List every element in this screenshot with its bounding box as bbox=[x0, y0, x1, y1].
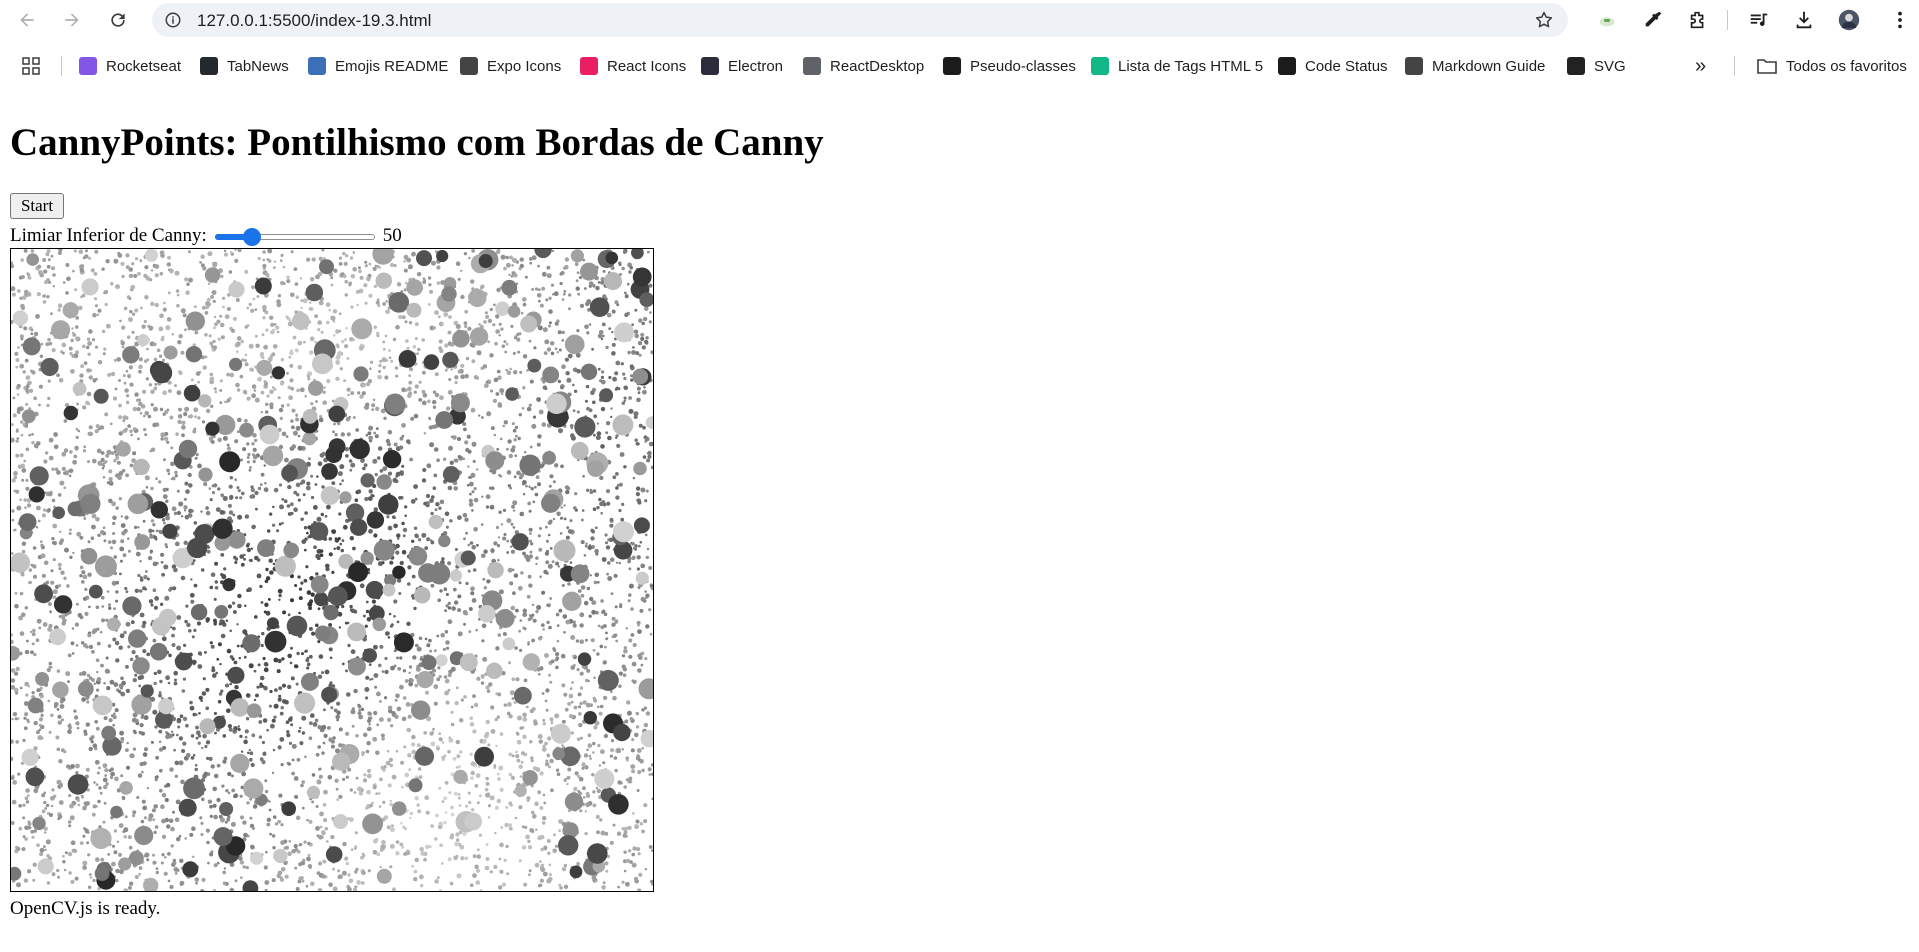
mdn-icon bbox=[1278, 57, 1296, 75]
media-button[interactable] bbox=[1747, 8, 1771, 32]
download-icon bbox=[1796, 11, 1812, 29]
slider-fill bbox=[214, 234, 247, 240]
markdown-icon bbox=[1405, 57, 1423, 75]
tabnews-icon bbox=[200, 57, 218, 75]
queue-music-icon bbox=[1750, 13, 1768, 27]
bookmark-item[interactable]: React Icons bbox=[580, 56, 686, 76]
bookmark-label: Emojis README bbox=[335, 57, 449, 75]
mdn-icon bbox=[943, 57, 961, 75]
bookmarks-divider-right bbox=[1734, 56, 1735, 76]
apps-button[interactable] bbox=[22, 56, 40, 76]
bookmark-label: ReactDesktop bbox=[830, 57, 925, 75]
pointillism-canvas bbox=[10, 248, 654, 892]
bookmark-item[interactable]: TabNews bbox=[200, 56, 289, 76]
status-text: OpenCV.js is ready. bbox=[10, 898, 161, 919]
pointillism-image bbox=[11, 249, 653, 891]
bookmark-label: TabNews bbox=[227, 57, 289, 75]
more-vert-icon bbox=[1898, 11, 1902, 29]
site-info-icon[interactable] bbox=[164, 11, 182, 29]
bookmark-item[interactable]: Emojis README bbox=[308, 56, 448, 76]
apps-grid-icon bbox=[22, 57, 40, 75]
bookmark-item[interactable]: Markdown Guide bbox=[1405, 56, 1545, 76]
bookmark-item[interactable]: Expo Icons bbox=[460, 56, 561, 76]
eyedropper-icon bbox=[1645, 11, 1662, 27]
back-button[interactable] bbox=[9, 2, 45, 38]
bookmark-label: Code Status bbox=[1305, 57, 1388, 75]
start-button[interactable]: Start bbox=[10, 193, 64, 219]
arrow-left-icon bbox=[20, 13, 34, 27]
bookmark-item[interactable]: Pseudo-classes bbox=[943, 56, 1076, 76]
slider-thumb[interactable] bbox=[243, 228, 262, 246]
bookmarks-overflow-button[interactable]: » bbox=[1695, 55, 1706, 77]
bookmark-label: Lista de Tags HTML 5 bbox=[1118, 57, 1264, 75]
extension-icon[interactable] bbox=[1595, 8, 1619, 32]
globe-icon bbox=[803, 57, 821, 75]
downloads-button[interactable] bbox=[1792, 8, 1816, 32]
rocketseat-icon bbox=[79, 57, 97, 75]
toolbar-divider bbox=[1727, 10, 1728, 30]
svg-icon bbox=[1567, 57, 1585, 75]
puzzle-icon bbox=[1690, 11, 1704, 29]
reload-button[interactable] bbox=[100, 2, 136, 38]
bookmark-label: Markdown Guide bbox=[1432, 57, 1546, 75]
bookmark-item[interactable]: Code Status bbox=[1278, 56, 1388, 76]
profile-avatar[interactable] bbox=[1835, 6, 1863, 34]
eyedropper-button[interactable] bbox=[1641, 8, 1665, 32]
hexagon-icon bbox=[1091, 57, 1109, 75]
bookmark-label: SVG bbox=[1594, 57, 1626, 75]
browser-toolbar: 127.0.0.1:5500/index-19.3.html bbox=[0, 0, 1919, 40]
page-title: CannyPoints: Pontilhismo com Bordas de C… bbox=[10, 121, 824, 164]
all-bookmarks-label: Todos os favoritos bbox=[1786, 57, 1907, 75]
bookmarks-divider bbox=[61, 56, 62, 76]
bookmark-item[interactable]: Lista de Tags HTML 5 bbox=[1091, 56, 1263, 76]
address-bar[interactable]: 127.0.0.1:5500/index-19.3.html bbox=[152, 3, 1568, 37]
bookmark-item[interactable]: ReactDesktop bbox=[803, 56, 924, 76]
bookmarks-bar: Rocketseat TabNews Emojis README Expo Icons… bbox=[0, 48, 1919, 84]
leaf-extension-icon bbox=[1599, 17, 1615, 27]
threshold-control: Limiar Inferior de Canny: 50 bbox=[10, 224, 402, 248]
bookmark-star-icon[interactable] bbox=[1534, 10, 1554, 30]
electron-icon bbox=[701, 57, 719, 75]
forward-button[interactable] bbox=[54, 2, 90, 38]
react-icon bbox=[580, 57, 598, 75]
bookmark-label: React Icons bbox=[607, 57, 687, 75]
threshold-label: Limiar Inferior de Canny: bbox=[10, 225, 207, 246]
bookmark-label: Electron bbox=[728, 57, 784, 75]
avatar-icon bbox=[1838, 9, 1860, 31]
bookmark-label: Rocketseat bbox=[106, 57, 182, 75]
bookmark-item[interactable]: SVG bbox=[1567, 56, 1626, 76]
extensions-button[interactable] bbox=[1686, 8, 1710, 32]
bookmark-label: Expo Icons bbox=[487, 57, 562, 75]
expo-icon bbox=[460, 57, 478, 75]
fx-icon bbox=[308, 57, 326, 75]
reload-icon bbox=[111, 13, 125, 27]
dot-field bbox=[11, 249, 653, 891]
arrow-right-icon bbox=[65, 13, 79, 27]
folder-icon bbox=[1757, 59, 1777, 74]
threshold-value: 50 bbox=[382, 225, 402, 246]
url-text: 127.0.0.1:5500/index-19.3.html bbox=[197, 11, 432, 30]
all-bookmarks-folder[interactable]: Todos os favoritos bbox=[1757, 56, 1907, 76]
threshold-slider[interactable] bbox=[214, 226, 375, 246]
chrome-menu-button[interactable] bbox=[1888, 8, 1912, 32]
bookmark-label: Pseudo-classes bbox=[970, 57, 1076, 75]
bookmark-item[interactable]: Rocketseat bbox=[79, 56, 181, 76]
bookmark-item[interactable]: Electron bbox=[701, 56, 783, 76]
